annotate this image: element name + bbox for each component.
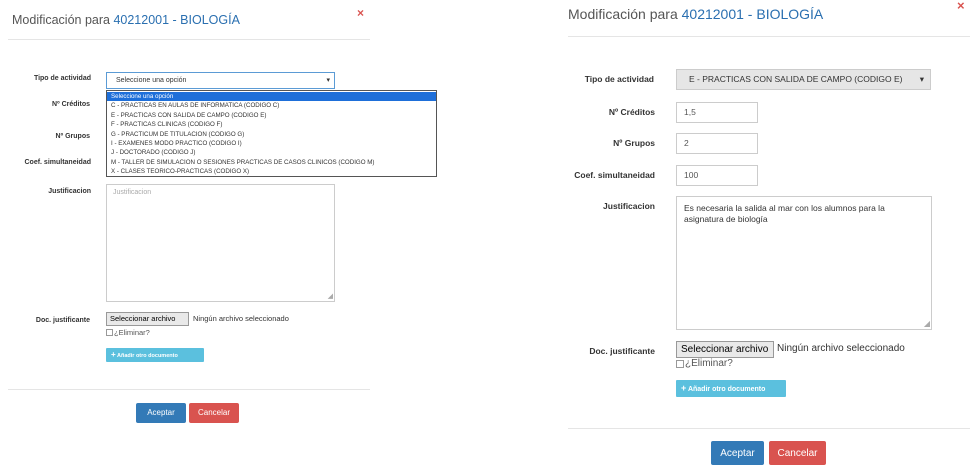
activity-select-value: Seleccione una opción	[116, 77, 187, 84]
accept-button[interactable]: Aceptar	[711, 441, 764, 465]
dropdown-option[interactable]: G - PRACTICUM DE TITULACION (CODIGO G)	[107, 130, 436, 139]
header-divider	[8, 39, 370, 40]
activity-dropdown[interactable]: Seleccione una opción C - PRACTICAS EN A…	[106, 90, 437, 177]
resize-grip-icon[interactable]: ◢	[924, 319, 930, 328]
accept-button[interactable]: Aceptar	[136, 403, 186, 423]
coef-input[interactable]: 100	[676, 165, 758, 186]
dropdown-option[interactable]: J - DOCTORADO (CODIGO J)	[107, 148, 436, 157]
add-document-button[interactable]: + Añadir otro documento	[676, 380, 786, 397]
groups-input[interactable]: 2	[676, 133, 758, 154]
label-groups: Nº Grupos	[613, 138, 655, 148]
cancel-button[interactable]: Cancelar	[189, 403, 239, 423]
label-doc: Doc. justificante	[35, 317, 90, 324]
resize-grip-icon[interactable]: ◢	[328, 292, 333, 300]
footer-divider	[568, 428, 970, 429]
label-coef: Coef. simultaneidad	[24, 159, 91, 166]
label-credits: Nº Créditos	[52, 101, 90, 108]
dropdown-option[interactable]: Seleccione una opción	[107, 92, 436, 102]
add-document-button[interactable]: + Añadir otro documento	[106, 348, 204, 362]
dialog-right: Modificación para 40212001 - BIOLOGÍA × …	[560, 0, 970, 465]
label-activity: Tipo de actividad	[33, 75, 91, 82]
credits-input[interactable]: 1,5	[676, 102, 758, 123]
dropdown-option[interactable]: F - PRACTICAS CLINICAS (CODIGO F)	[107, 120, 436, 129]
label-credits: Nº Créditos	[608, 107, 655, 117]
label-coef: Coef. simultaneidad	[574, 170, 655, 180]
dropdown-option[interactable]: I - EXAMENES MODO PRACTICO (CODIGO I)	[107, 139, 436, 148]
delete-checkbox[interactable]	[676, 360, 684, 368]
cancel-button[interactable]: Cancelar	[769, 441, 826, 465]
plus-icon: +	[681, 383, 687, 393]
dropdown-option[interactable]: C - PRACTICAS EN AULAS DE INFORMATICA (C…	[107, 101, 436, 110]
justification-text: Es necesaria la salida al mar con los al…	[684, 203, 885, 224]
justification-textarea[interactable]: Es necesaria la salida al mar con los al…	[676, 196, 932, 330]
select-file-button[interactable]: Seleccionar archivo	[106, 312, 189, 326]
plus-icon: +	[111, 350, 116, 359]
label-activity: Tipo de actividad	[584, 74, 654, 84]
delete-label: ¿Eliminar?	[685, 358, 733, 369]
title-code: 40212001 - BIOLOGÍA	[113, 13, 240, 27]
delete-label: ¿Eliminar?	[114, 328, 150, 337]
activity-select-value: E - PRACTICAS CON SALIDA DE CAMPO (CODIG…	[689, 74, 903, 84]
footer-divider	[8, 389, 370, 390]
close-icon[interactable]: ×	[957, 0, 965, 13]
delete-checkbox[interactable]	[106, 329, 113, 336]
file-status: Ningún archivo seleccionado	[777, 343, 905, 354]
justification-textarea[interactable]: Justificacion ◢	[106, 184, 335, 302]
title-prefix: Modificación para	[12, 13, 110, 27]
dropdown-option[interactable]: E - PRACTICAS CON SALIDA DE CAMPO (CODIG…	[107, 111, 436, 120]
chevron-down-icon: ▾	[326, 77, 330, 84]
add-document-label: Añadir otro documento	[117, 353, 178, 359]
dropdown-option[interactable]: M - TALLER DE SIMULACION O SESIONES PRAC…	[107, 158, 436, 167]
file-status: Ningún archivo seleccionado	[193, 314, 289, 323]
activity-select[interactable]: Seleccione una opción ▾	[106, 72, 335, 89]
add-document-label: Añadir otro documento	[687, 386, 766, 393]
label-justification: Justificacion	[603, 201, 655, 211]
dialog-title: Modificación para 40212001 - BIOLOGÍA	[568, 6, 823, 22]
chevron-down-icon: ▾	[919, 74, 924, 84]
title-prefix: Modificación para	[568, 6, 678, 22]
label-justification: Justificacion	[48, 188, 91, 195]
justification-placeholder: Justificacion	[113, 189, 152, 196]
label-groups: Nº Grupos	[55, 133, 90, 140]
title-code: 40212001 - BIOLOGÍA	[681, 6, 824, 22]
dropdown-option[interactable]: X - CLASES TEORICO-PRACTICAS (CODIGO X)	[107, 167, 436, 176]
select-file-button[interactable]: Seleccionar archivo	[676, 341, 774, 358]
activity-select[interactable]: E - PRACTICAS CON SALIDA DE CAMPO (CODIG…	[676, 69, 931, 90]
dialog-left: Modificación para 40212001 - BIOLOGÍA × …	[0, 0, 437, 462]
label-doc: Doc. justificante	[589, 346, 655, 356]
close-icon[interactable]: ×	[357, 6, 364, 20]
header-divider	[568, 36, 970, 37]
dialog-title: Modificación para 40212001 - BIOLOGÍA	[12, 13, 240, 27]
